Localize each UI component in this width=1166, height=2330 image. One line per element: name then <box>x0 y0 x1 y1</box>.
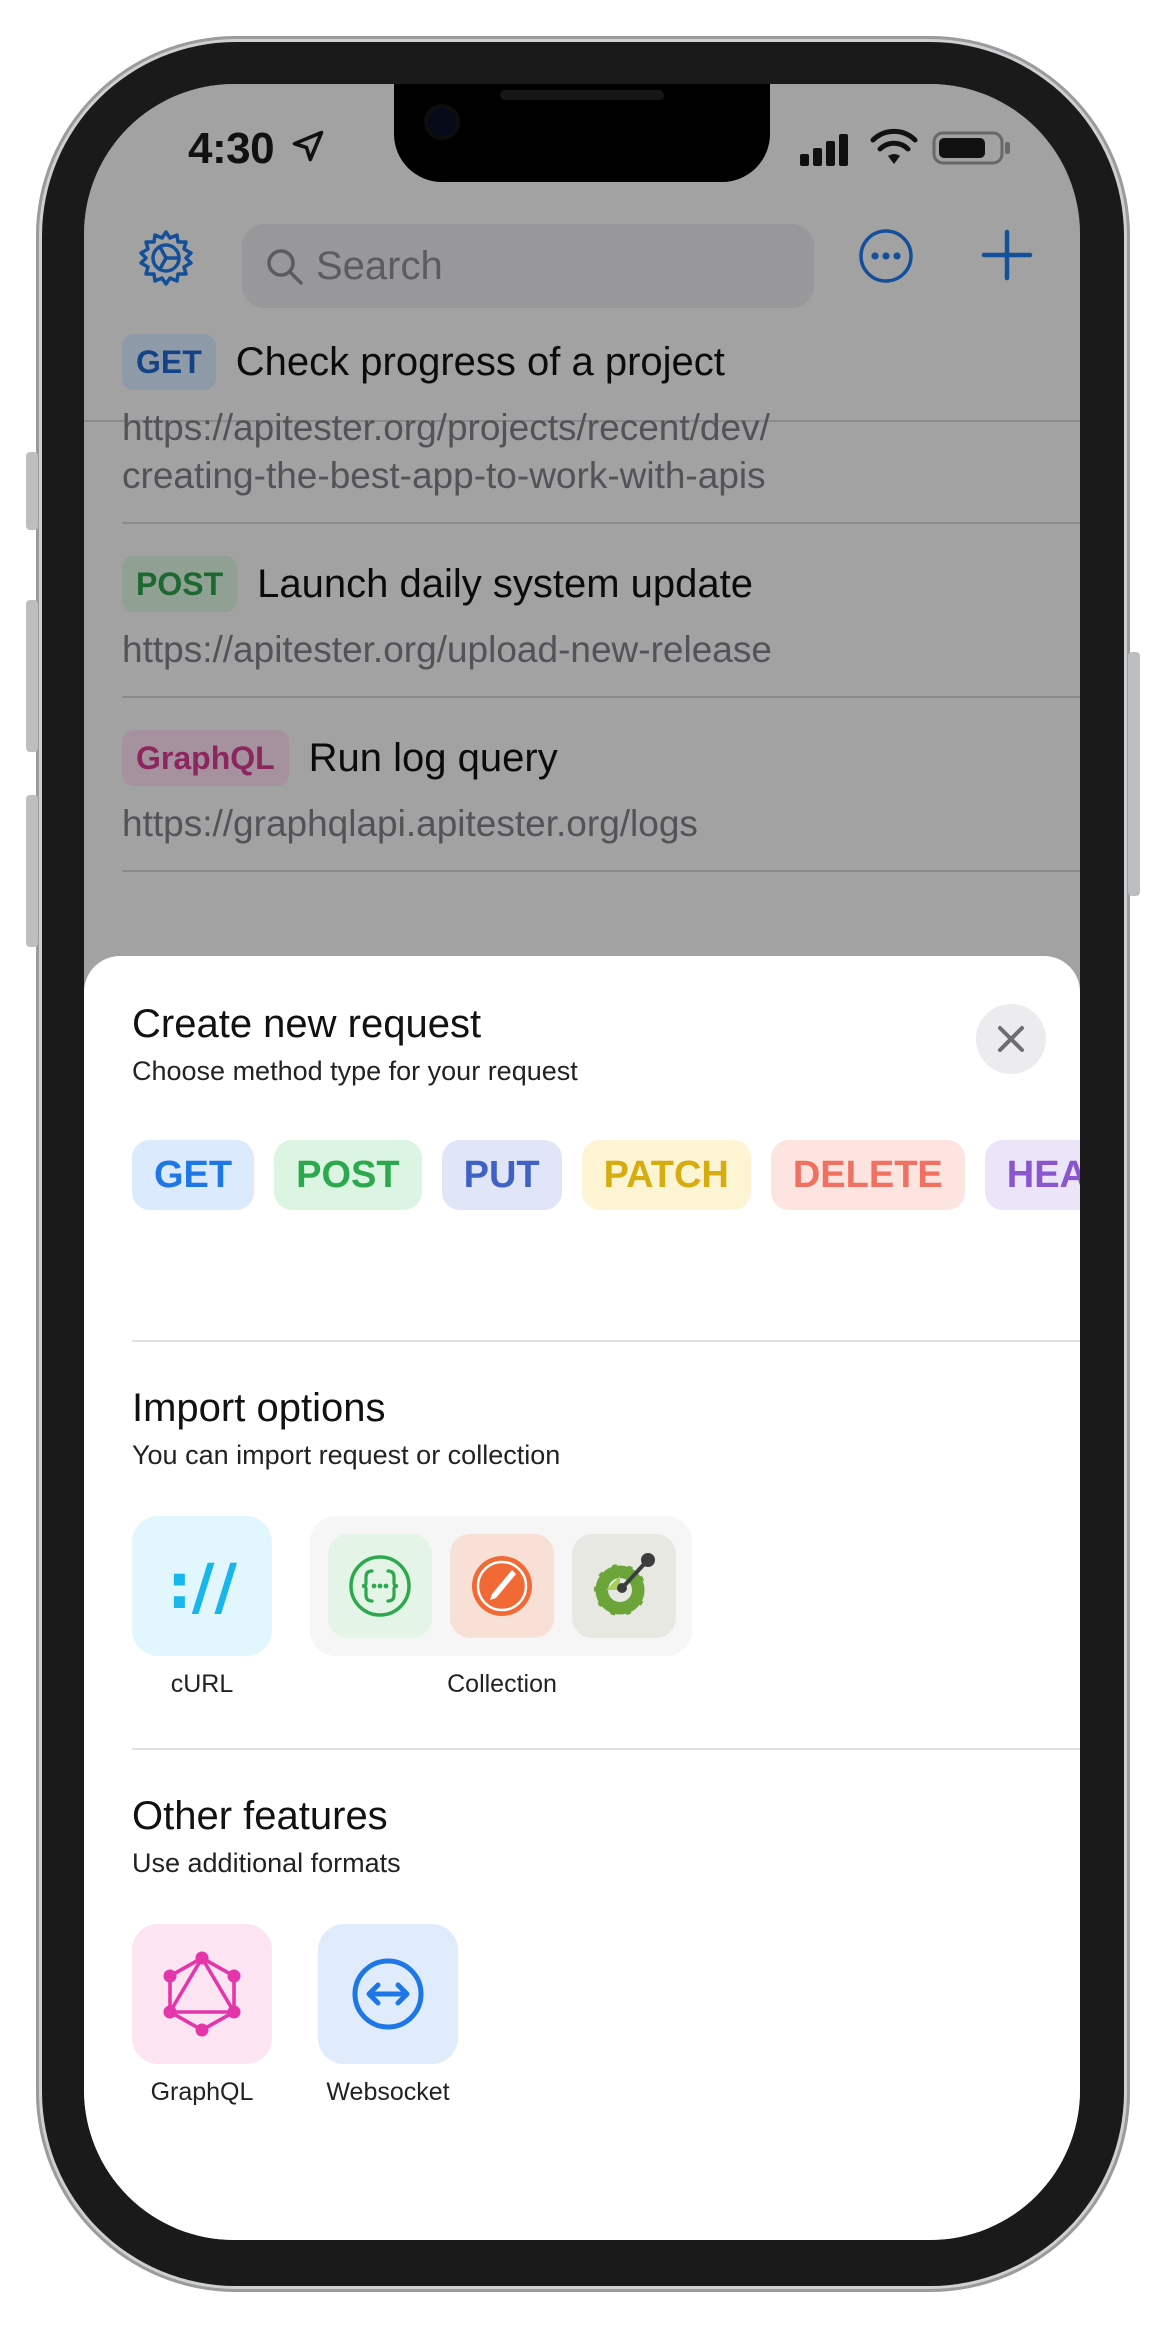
import-subtitle: You can import request or collection <box>132 1440 561 1470</box>
collection-label: Collection <box>447 1670 557 1698</box>
method-chip-patch[interactable]: PATCH <box>581 1140 751 1210</box>
postman-icon <box>472 1556 532 1616</box>
sheet-title: Create new request <box>132 1002 482 1046</box>
other-features-title: Other features <box>132 1794 388 1838</box>
openapi-icon <box>592 1553 655 1618</box>
curl-glyph: :// <box>167 1550 237 1623</box>
volume-up-button <box>26 600 38 752</box>
close-icon <box>998 1026 1024 1052</box>
other-features-subtitle: Use additional formats <box>132 1848 401 1878</box>
websocket-tile[interactable] <box>318 1924 458 2064</box>
section-divider <box>132 1340 1080 1342</box>
websocket-icon <box>352 1958 424 2030</box>
method-chip-put[interactable]: PUT <box>441 1140 562 1210</box>
close-button[interactable] <box>976 1004 1046 1074</box>
graphql-icon <box>163 1951 241 2037</box>
postman-collection-tile[interactable] <box>450 1534 554 1638</box>
volume-down-button <box>26 795 38 947</box>
method-chip-head[interactable]: HEAD <box>984 1140 1080 1210</box>
section-divider <box>132 1748 1080 1750</box>
power-button <box>1128 652 1140 896</box>
graphql-label: GraphQL <box>150 2078 254 2106</box>
method-chip-get[interactable]: GET <box>132 1140 255 1210</box>
create-request-sheet: Create new request Choose method type fo… <box>84 956 1080 2240</box>
curl-icon: :// <box>167 1550 237 1623</box>
collection-import-group <box>310 1516 692 1656</box>
curl-label: cURL <box>170 1670 234 1698</box>
curl-import-tile[interactable]: :// <box>132 1516 272 1656</box>
method-chip-post[interactable]: POST <box>274 1140 422 1210</box>
json-collection-icon <box>349 1555 411 1617</box>
openapi-collection-tile[interactable] <box>572 1534 676 1638</box>
action-button <box>26 452 38 530</box>
json-collection-tile[interactable] <box>328 1534 432 1638</box>
sheet-subtitle: Choose method type for your request <box>132 1056 578 1086</box>
graphql-tile[interactable] <box>132 1924 272 2064</box>
phone-screen: 4:30 Search GET Check progress of a proj… <box>84 84 1080 2240</box>
websocket-label: Websocket <box>326 2078 450 2106</box>
method-chip-strip: GET POST PUT PATCH DELETE HEAD <box>132 1140 1080 1210</box>
method-chip-delete[interactable]: DELETE <box>770 1140 965 1210</box>
import-title: Import options <box>132 1386 386 1430</box>
